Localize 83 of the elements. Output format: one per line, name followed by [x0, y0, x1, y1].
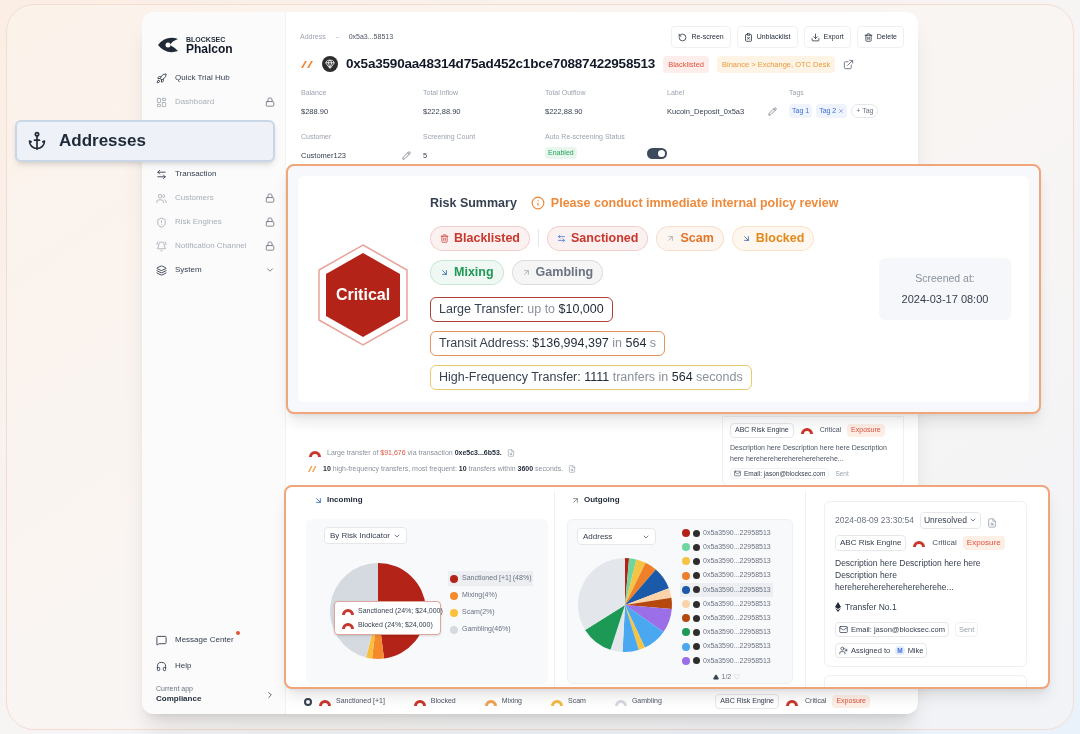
nav-item[interactable]: System — [156, 258, 275, 282]
dropdown-select[interactable]: Address — [577, 528, 656, 545]
breadcrumb-separator — [335, 36, 339, 38]
nav-item[interactable]: Addresses — [15, 120, 275, 162]
lock-icon — [265, 217, 275, 227]
trash-icon — [440, 233, 449, 243]
risk-tag: Gambling — [511, 259, 604, 285]
panel-title: Incoming — [327, 494, 363, 506]
lock-icon — [265, 241, 275, 251]
arrow-down-right-icon — [440, 267, 449, 277]
help-icon — [156, 660, 167, 672]
footer-item[interactable]: Help — [156, 653, 275, 680]
user-plus-icon — [839, 645, 848, 655]
info-icon — [530, 196, 545, 211]
arrow-down-right-icon — [741, 233, 751, 243]
risk-tag: Blocked — [731, 225, 815, 251]
risk-detail: Transit Address: $136,994,397 in 564 s — [430, 330, 666, 356]
mail-icon — [839, 624, 848, 634]
alert-time: 2024-08-09 23:30:54 — [835, 514, 914, 527]
nav-icon — [156, 96, 167, 108]
remove-icon[interactable] — [838, 108, 845, 114]
screened-time: 2024-03-17 08:00 — [901, 291, 989, 307]
risk-level: Critical — [335, 285, 391, 305]
nav-icon — [156, 168, 167, 180]
gauge-icon — [341, 620, 355, 629]
mail-icon — [734, 469, 741, 477]
ring-icon — [304, 697, 312, 706]
alert-description: Description here Description here here Description here hereherehereherehereherehe... — [835, 556, 982, 593]
logo-icon — [156, 35, 180, 55]
nav-icon — [156, 192, 167, 204]
action-icon — [743, 32, 753, 42]
dropdown-select[interactable]: By Risk Indicator — [324, 527, 408, 544]
flow-icon — [300, 59, 314, 70]
action-icon — [810, 32, 820, 42]
anchor-icon — [27, 131, 47, 151]
risk-tag: Scam — [656, 225, 724, 251]
address-title: 0x5a3590aa48314d75ad452c1bce70887422958513 — [346, 55, 656, 73]
brand-name: Phalcon — [186, 42, 233, 55]
nav-item[interactable]: Transaction — [156, 162, 275, 186]
risk-tag: Sanctioned — [547, 225, 649, 251]
toggle-switch[interactable] — [647, 147, 667, 159]
arrow-up-right-icon — [666, 233, 676, 243]
risk-detail: High-Frequency Transfer: 1111 tranfers in 564 seconds — [430, 364, 752, 390]
severity-label: Critical — [932, 536, 957, 549]
arrow-up-right-icon — [521, 267, 531, 277]
exposure-tag: Exposure — [962, 535, 1005, 550]
lock-icon — [265, 97, 275, 107]
status-select[interactable]: Unresolved — [919, 512, 981, 529]
details-icon[interactable] — [506, 449, 515, 458]
chevron-icon — [265, 265, 275, 275]
edit-icon[interactable] — [768, 106, 777, 116]
warning-text: Please conduct immediate internal policy review — [530, 194, 839, 213]
nav-item[interactable]: Quick Trial Hub — [156, 66, 275, 90]
screened-label: Screened at: — [915, 270, 975, 286]
gauge-icon — [341, 607, 355, 616]
nav-icon — [156, 240, 167, 252]
arrow-down-right-icon — [314, 495, 323, 505]
engine-tag: ABC Risk Engine — [835, 534, 907, 551]
risk-tag: Mixing — [430, 259, 504, 285]
nav-icon — [156, 264, 167, 276]
external-link-icon[interactable] — [843, 58, 855, 70]
footer-item[interactable]: Message Center — [156, 627, 275, 654]
gauge-icon — [785, 697, 800, 706]
message-icon — [156, 634, 167, 646]
details-icon[interactable] — [986, 518, 997, 529]
action-icon — [678, 32, 688, 42]
swap-icon — [557, 233, 566, 243]
nav-icon — [156, 216, 167, 228]
risk-tag: Blacklisted — [430, 225, 530, 251]
transfer-label: Transfer No.1 — [845, 600, 897, 614]
action-icon — [863, 32, 873, 42]
risk-detail: Large Transfer: up to $10,000 — [430, 296, 613, 322]
gauge-icon — [799, 426, 814, 435]
gauge-icon — [912, 538, 927, 547]
edit-icon[interactable] — [402, 150, 411, 160]
page-up-icon[interactable] — [712, 674, 719, 681]
card-title: Risk Summary — [430, 195, 517, 212]
nav-icon — [156, 72, 167, 84]
details-icon[interactable] — [568, 464, 577, 473]
lock-icon — [265, 193, 275, 203]
chevron-icon — [265, 689, 275, 700]
arrow-up-right-icon — [571, 495, 580, 505]
panel-title: Outgoing — [584, 494, 620, 506]
